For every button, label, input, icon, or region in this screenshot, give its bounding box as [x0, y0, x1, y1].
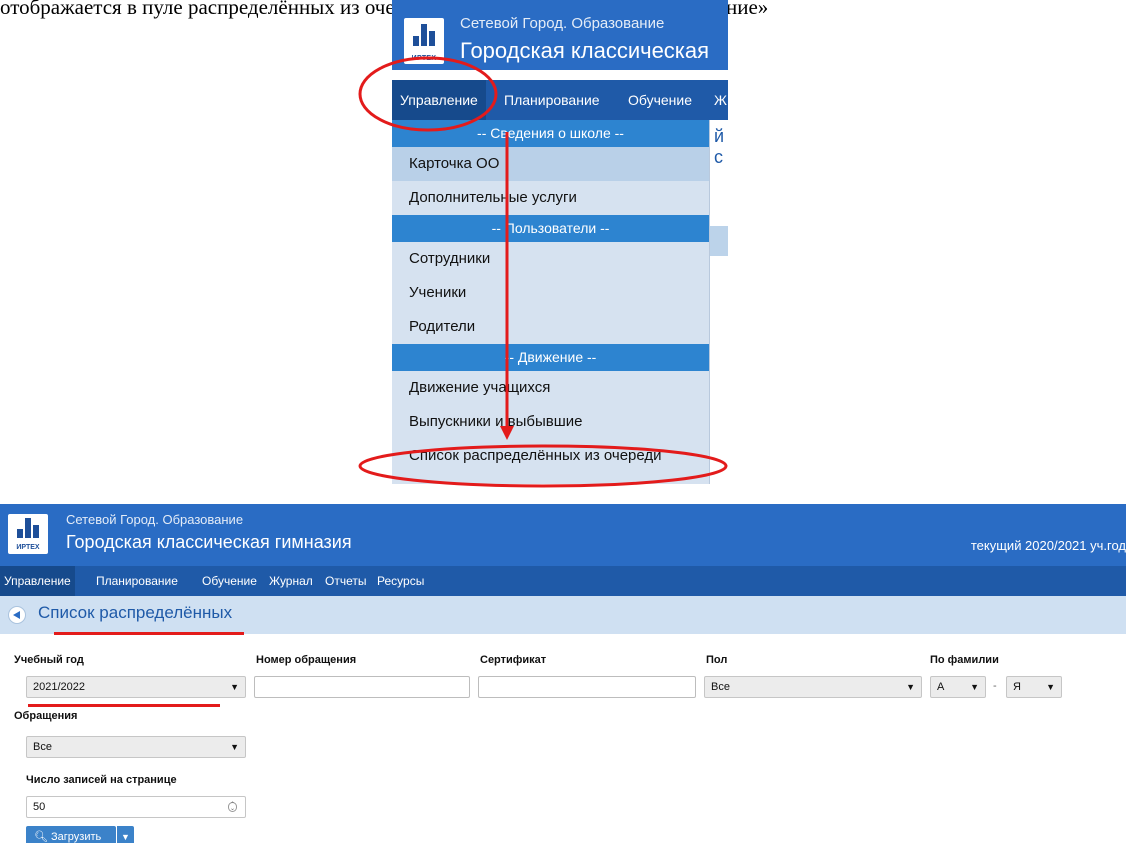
gender-value: Все — [711, 681, 730, 693]
menu-item-student-movement[interactable]: Движение учащихся — [392, 371, 709, 405]
page-fragment-tab — [710, 226, 728, 256]
menu-item-distributed-list[interactable]: Список распределённых из очереди — [392, 439, 709, 473]
nav-reports[interactable]: Отчеты — [325, 566, 366, 596]
per-page-input[interactable]: 50 ⌃ ⌄ — [26, 796, 246, 818]
chevron-down-icon: ▼ — [1046, 682, 1055, 692]
section-movement: -- Движение -- — [392, 344, 709, 371]
school-year-select[interactable]: 2021/2022 ▼ — [26, 676, 246, 698]
surname-to-value: Я — [1013, 681, 1021, 693]
chevron-down-icon: ▼ — [970, 682, 979, 692]
underline-school-year — [28, 704, 220, 707]
gender-select[interactable]: Все ▼ — [704, 676, 922, 698]
menu-item-students[interactable]: Ученики — [392, 276, 709, 310]
menu-item-staff[interactable]: Сотрудники — [392, 242, 709, 276]
list-screenshot: ИРТЕХ Сетевой Город. Образование Городск… — [0, 504, 1126, 843]
nav-planning[interactable]: Планирование — [504, 80, 600, 120]
back-arrow-icon[interactable] — [8, 606, 26, 624]
nav-management[interactable]: Управление — [0, 566, 75, 596]
surname-from-select[interactable]: А ▼ — [930, 676, 986, 698]
requests-select[interactable]: Все ▼ — [26, 736, 246, 758]
app-header: ИРТЕХ Сетевой Город. Образование Городск… — [392, 0, 728, 70]
stepper-icon[interactable]: ⌃ ⌄ — [228, 802, 237, 812]
current-year: текущий 2020/2021 уч.год — [970, 538, 1126, 553]
main-nav: Управление Планирование Обучение Ж — [392, 80, 728, 120]
menu-item-graduates[interactable]: Выпускники и выбывшие — [392, 405, 709, 439]
nav-journal[interactable]: Журнал — [269, 566, 313, 596]
page-fragment: й с — [714, 126, 725, 167]
certificate-label: Сертификат — [480, 654, 547, 666]
nav-planning[interactable]: Планирование — [96, 566, 178, 596]
search-icon: 🔍︎ — [34, 831, 48, 843]
irtex-logo-icon: ИРТЕХ — [8, 514, 48, 554]
section-school-info: -- Сведения о школе -- — [392, 120, 709, 147]
app-subtitle: Сетевой Город. Образование — [460, 15, 665, 32]
underline-page-title — [54, 632, 244, 635]
section-users: -- Пользователи -- — [392, 215, 709, 242]
school-year-value: 2021/2022 — [33, 681, 85, 693]
logo-label: ИРТЕХ — [411, 55, 437, 62]
nav-learning[interactable]: Обучение — [202, 566, 257, 596]
request-number-input[interactable] — [254, 676, 470, 698]
school-title: Городская классическая гимназия — [66, 532, 352, 552]
app-subtitle: Сетевой Город. Образование — [66, 512, 244, 527]
nav-learning[interactable]: Обучение — [628, 80, 692, 120]
chevron-down-icon: ▼ — [906, 682, 915, 692]
nav-journal[interactable]: Ж — [714, 80, 727, 120]
range-dash: - — [993, 680, 997, 692]
menu-screenshot: ИРТЕХ Сетевой Город. Образование Городск… — [392, 0, 728, 484]
chevron-down-icon: ▼ — [230, 742, 239, 752]
menu-item-extra-services[interactable]: Дополнительные услуги — [392, 181, 709, 215]
surname-to-select[interactable]: Я ▼ — [1006, 676, 1062, 698]
chevron-down-icon: ▼ — [230, 682, 239, 692]
load-options-button[interactable]: ▼ — [117, 826, 134, 843]
irtex-logo-icon: ИРТЕХ — [404, 18, 444, 64]
page-title: Список распределённых — [38, 603, 233, 622]
load-button-label: Загрузить — [51, 831, 102, 843]
logo-label: ИРТЕХ — [16, 544, 40, 551]
caret-down-icon: ▼ — [121, 832, 130, 842]
surname-from-value: А — [937, 681, 945, 693]
nav-management[interactable]: Управление — [392, 80, 486, 120]
surname-label: По фамилии — [930, 654, 999, 666]
app-header: ИРТЕХ Сетевой Город. Образование Городск… — [0, 504, 1126, 566]
load-button[interactable]: 🔍︎ Загрузить — [26, 826, 116, 843]
management-dropdown: -- Сведения о школе -- Карточка ОО Допол… — [392, 120, 710, 484]
per-page-label: Число записей на странице — [26, 774, 177, 786]
menu-item-parents[interactable]: Родители — [392, 310, 709, 344]
school-title: Городская классическая — [460, 38, 710, 63]
school-year-label: Учебный год — [14, 654, 84, 666]
request-number-label: Номер обращения — [256, 654, 357, 666]
nav-resources[interactable]: Ресурсы — [377, 566, 424, 596]
main-nav: Управление Планирование Обучение Журнал … — [0, 566, 1126, 596]
per-page-value: 50 — [33, 801, 46, 813]
menu-item-school-card[interactable]: Карточка ОО — [392, 147, 709, 181]
requests-label: Обращения — [14, 710, 78, 722]
requests-value: Все — [33, 741, 52, 753]
certificate-input[interactable] — [478, 676, 696, 698]
gender-label: Пол — [706, 654, 728, 666]
